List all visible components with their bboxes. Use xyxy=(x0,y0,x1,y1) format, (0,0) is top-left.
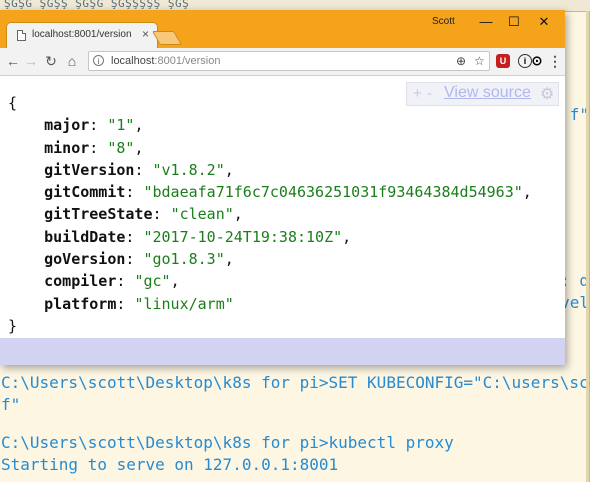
json-value-compiler: "gc" xyxy=(134,272,171,291)
site-info-icon[interactable]: i xyxy=(93,55,104,66)
json-key-gittreestate: gitTreeState xyxy=(44,205,153,224)
tab-version[interactable]: localhost:8001/version × xyxy=(6,22,158,48)
json-close-brace: } xyxy=(8,316,18,335)
menu-icon[interactable]: ⋮ xyxy=(548,54,562,68)
json-value-platform: "linux/arm" xyxy=(134,294,234,313)
collapse-all-button[interactable]: - xyxy=(427,85,432,102)
maximize-button[interactable]: ☐ xyxy=(500,13,528,31)
terminal-line-5: Starting to serve on 127.0.0.1:8001 xyxy=(1,455,339,474)
json-viewer-toolbar: + - View source ⚙ xyxy=(406,82,559,106)
bookmark-star-icon[interactable]: ☆ xyxy=(474,54,485,68)
browser-titlebar[interactable]: localhost:8001/version × Scott — ☐ ✕ xyxy=(0,10,565,48)
json-value-gitcommit: "bdaeafa71f6c7c04636251031f93464384d5496… xyxy=(143,183,523,202)
json-key-compiler: compiler xyxy=(44,272,117,291)
tab-close-icon[interactable]: × xyxy=(142,27,149,41)
page-icon xyxy=(17,30,26,41)
terminal-top-fragment: ŞĞŞĞ ŞĞŞŞ ŞĞŞĞ ŞĞŞŞŞŞŞ ŞĞŞ xyxy=(4,0,190,10)
json-value-gittreestate: "clean" xyxy=(170,205,234,224)
circle-extension-icon[interactable]: ⊙ xyxy=(530,54,544,68)
gear-icon[interactable]: ⚙ xyxy=(540,84,554,104)
address-url: localhost:8001/version xyxy=(111,55,220,67)
terminal-line-4: C:\Users\scott\Desktop\k8s for pi>kubect… xyxy=(1,433,454,452)
forward-icon[interactable]: → xyxy=(22,52,40,70)
json-value-minor: "8" xyxy=(107,138,135,157)
view-source-link[interactable]: View source xyxy=(444,84,531,102)
json-value-builddate: "2017-10-24T19:38:10Z" xyxy=(143,227,343,246)
terminal-line-2: f" xyxy=(1,395,21,414)
browser-toolbar: ← → ↻ ⌂ i localhost:8001/version ⊕ ☆ U i… xyxy=(0,48,565,76)
browser-window: localhost:8001/version × Scott — ☐ ✕ ← →… xyxy=(0,10,565,365)
json-value-goversion: "go1.8.3" xyxy=(143,250,225,269)
json-key-goversion: goVersion xyxy=(44,250,126,269)
json-view: { major: "1", minor: "8", gitVersion: "v… xyxy=(8,94,532,335)
json-key-gitcommit: gitCommit xyxy=(44,183,126,202)
json-value-major: "1" xyxy=(107,116,135,135)
reload-icon[interactable]: ↻ xyxy=(42,52,60,70)
address-bar[interactable]: i localhost:8001/version ⊕ ☆ xyxy=(88,51,490,71)
json-open-brace: { xyxy=(8,94,18,112)
url-path: :8001/version xyxy=(154,55,221,67)
json-key-minor: minor xyxy=(44,138,90,157)
terminal-line-1: C:\Users\scott\Desktop\k8s for pi>SET KU… xyxy=(1,373,590,392)
json-value-gitversion: "v1.8.2" xyxy=(152,160,225,179)
close-button[interactable]: ✕ xyxy=(530,13,558,31)
terminal-scrollbar[interactable] xyxy=(586,11,589,482)
json-key-builddate: buildDate xyxy=(44,227,126,246)
url-host: localhost xyxy=(111,55,155,67)
json-key-major: major xyxy=(44,116,90,135)
profile-name[interactable]: Scott xyxy=(432,16,455,27)
zoom-icon[interactable]: ⊕ xyxy=(456,54,466,68)
home-icon[interactable]: ⌂ xyxy=(63,52,81,70)
page-bottom-band xyxy=(0,338,565,365)
back-icon[interactable]: ← xyxy=(4,52,22,70)
minimize-button[interactable]: — xyxy=(472,13,500,31)
tab-title: localhost:8001/version xyxy=(32,29,132,40)
expand-all-button[interactable]: + xyxy=(413,85,422,102)
ublock-icon[interactable]: U xyxy=(496,54,510,68)
json-key-gitversion: gitVersion xyxy=(44,160,135,179)
json-key-platform: platform xyxy=(44,294,117,313)
page-content: { major: "1", minor: "8", gitVersion: "v… xyxy=(0,76,565,338)
